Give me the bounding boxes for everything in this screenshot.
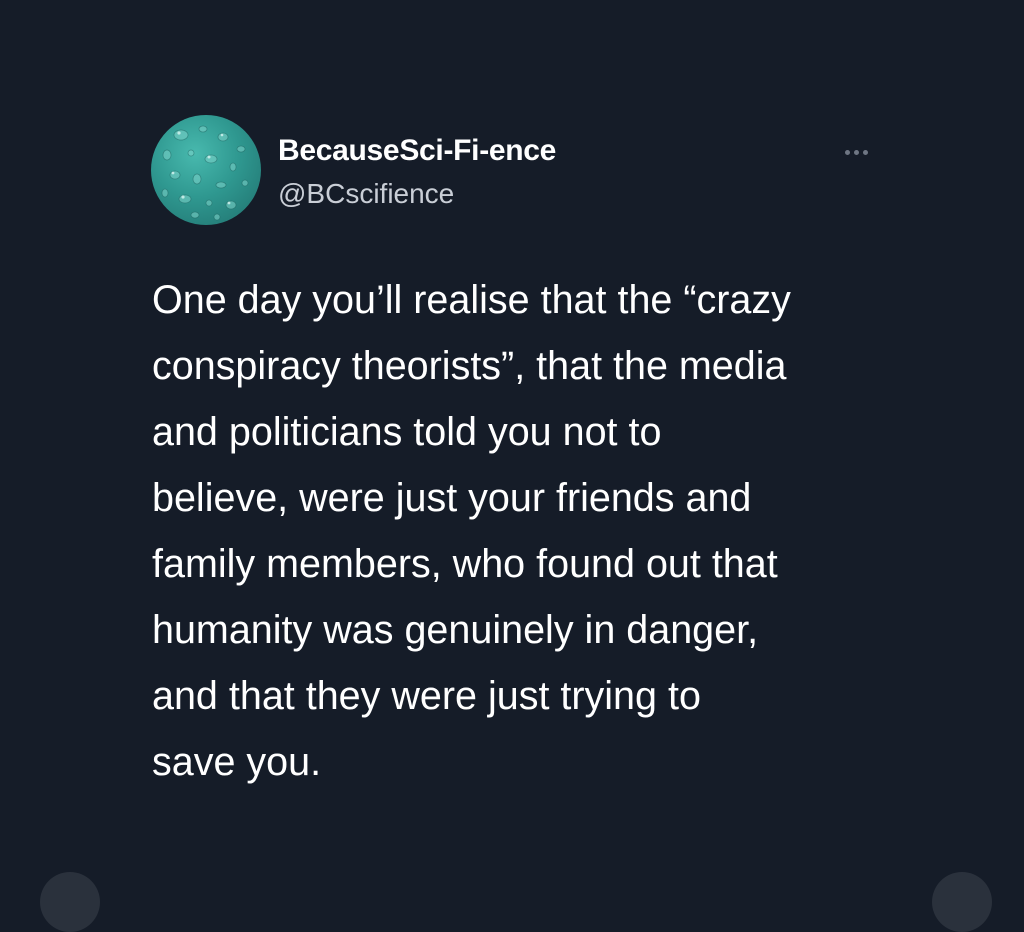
author-handle[interactable]: @BCscifience (278, 176, 556, 212)
tweet-text-line: and that they were just trying to (152, 674, 701, 718)
tweet-text-line: humanity was genuinely in danger, (152, 608, 759, 652)
tweet-text-line: family members, who found out that (152, 542, 778, 586)
reply-action-button[interactable] (40, 872, 100, 932)
author-info: BecauseSci-Fi-ence @BCscifience (278, 132, 556, 212)
more-horizontal-icon (844, 149, 868, 155)
tweet-text-line: One day you’ll realise that the “crazy (152, 278, 791, 322)
water-droplets-icon (161, 125, 249, 221)
more-options-button[interactable] (834, 138, 878, 166)
tweet-text-line: believe, were just your friends and (152, 476, 752, 520)
tweet-text-line: save you. (152, 740, 322, 784)
tweet-text: One day you’ll realise that the “crazy c… (152, 267, 912, 795)
tweet-card: BecauseSci-Fi-ence @BCscifience One day … (0, 0, 1024, 932)
tweet-text-line: conspiracy theorists”, that the media (152, 344, 787, 388)
author-display-name[interactable]: BecauseSci-Fi-ence (278, 132, 556, 170)
avatar[interactable] (151, 115, 261, 225)
tweet-text-line: and politicians told you not to (152, 410, 662, 454)
share-action-button[interactable] (932, 872, 992, 932)
